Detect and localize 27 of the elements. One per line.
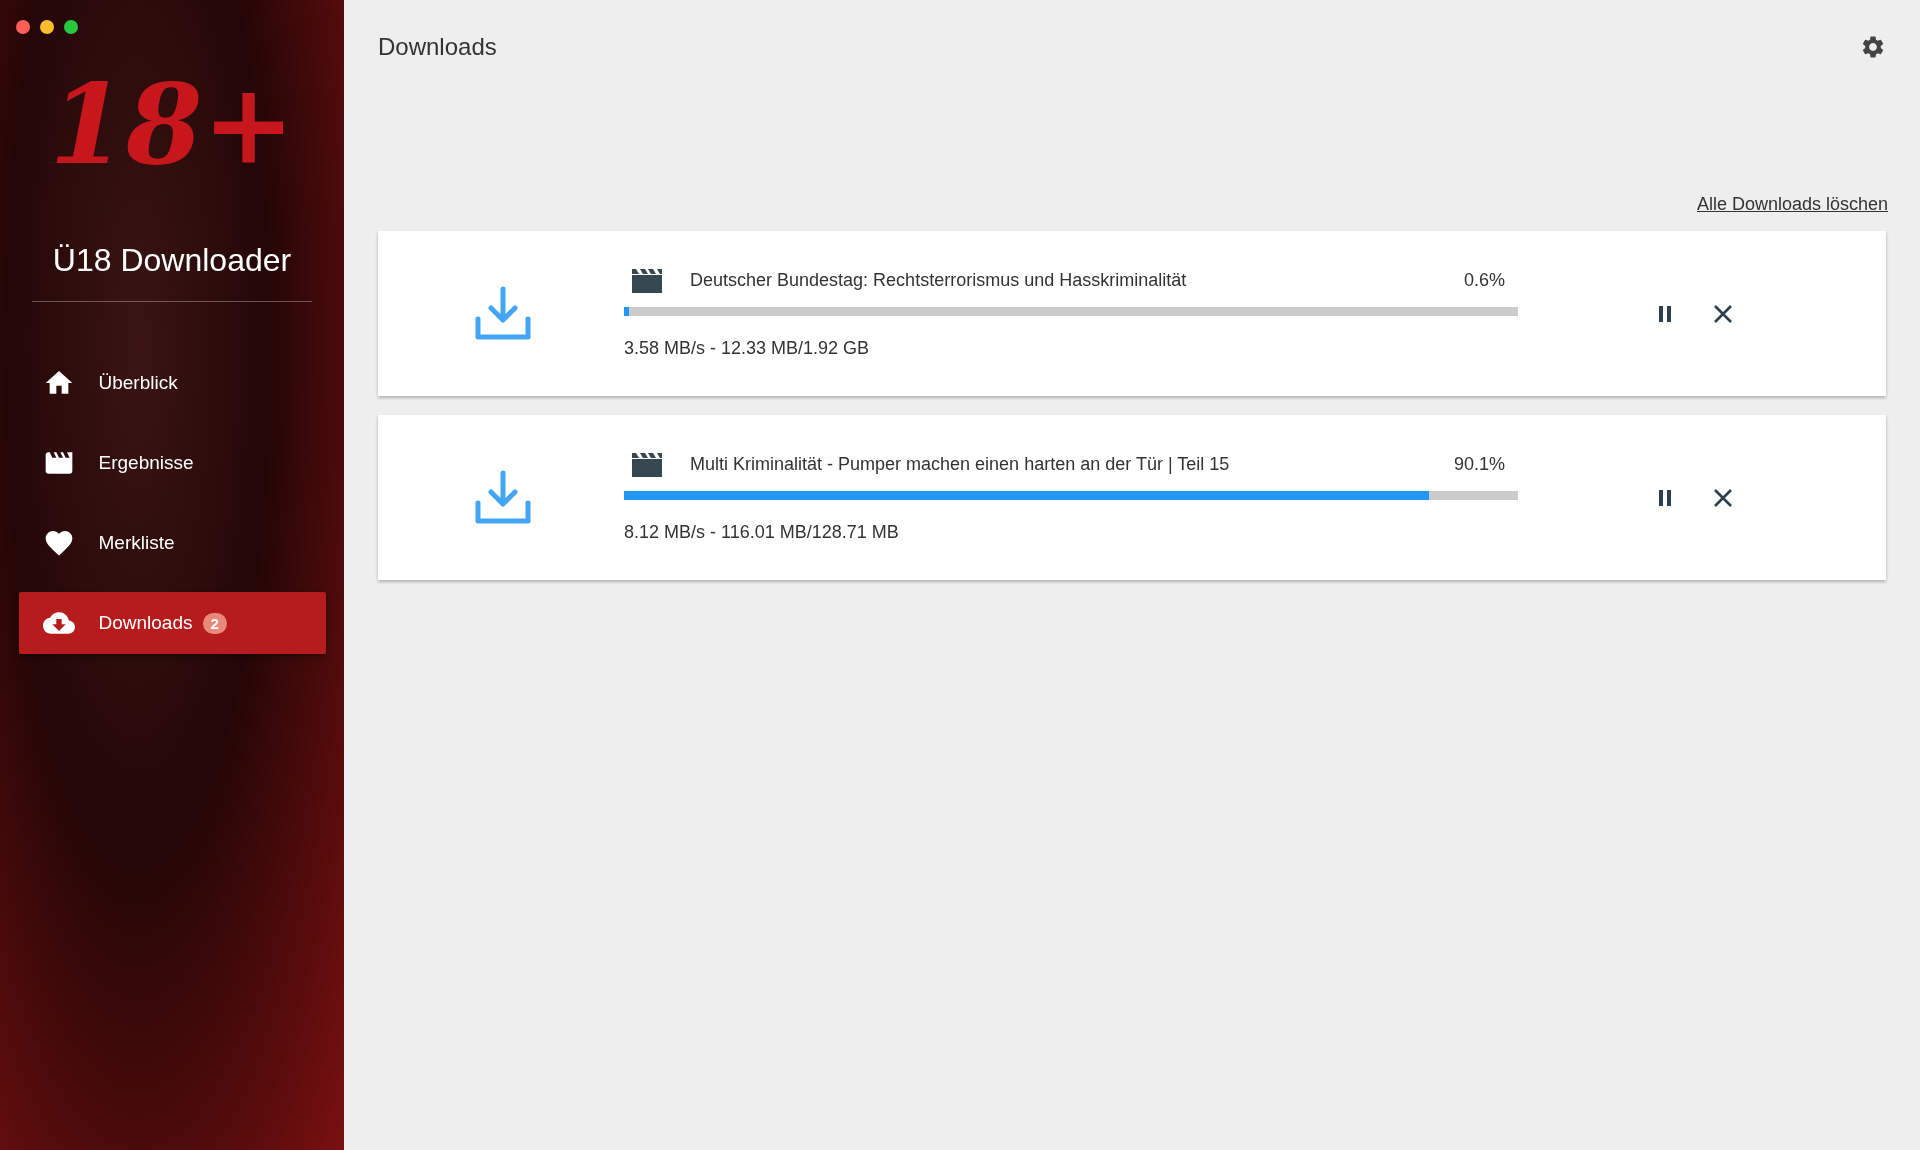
download-title: Multi Kriminalität - Pumper machen einen harten an der Tür | Teil 15 <box>690 454 1231 475</box>
download-icon <box>474 468 532 527</box>
clapperboard-icon <box>632 452 662 477</box>
download-icon <box>474 284 532 343</box>
count-badge: 2 <box>202 612 227 634</box>
download-title: Deutscher Bundestag: Rechtsterrorismus und Hasskriminalität <box>690 270 1188 291</box>
app-logo: 18+ <box>49 70 295 180</box>
minimize-window-button[interactable] <box>40 20 54 34</box>
nav-item[interactable]: Überblick <box>18 352 326 414</box>
download-stats: 8.12 MB/s - 116.01 MB/128.71 MB <box>624 521 900 543</box>
page-title: Downloads <box>378 33 497 61</box>
nav-label: Ergebnisse <box>98 452 194 474</box>
close-window-button[interactable] <box>16 20 30 34</box>
download-percent: 90.1% <box>1453 454 1505 475</box>
nav-label: Überblick <box>98 372 178 394</box>
nav-item[interactable]: Merkliste <box>18 512 326 574</box>
nav-item[interactable]: Ergebnisse <box>18 432 326 494</box>
nav-item[interactable]: Downloads 2 <box>18 592 326 654</box>
nav-label: Merkliste <box>98 532 175 554</box>
nav-label: Downloads <box>98 612 193 634</box>
clear-all-link[interactable]: Alle Downloads löschen <box>1696 194 1888 215</box>
download-percent: 0.6% <box>1463 270 1505 291</box>
maximize-window-button[interactable] <box>64 20 78 34</box>
settings-icon[interactable] <box>1860 34 1886 60</box>
app-title: Ü18 Downloader <box>52 242 292 279</box>
clapperboard-icon <box>632 268 662 293</box>
download-stats: 3.58 MB/s - 12.33 MB/1.92 GB <box>624 337 871 359</box>
